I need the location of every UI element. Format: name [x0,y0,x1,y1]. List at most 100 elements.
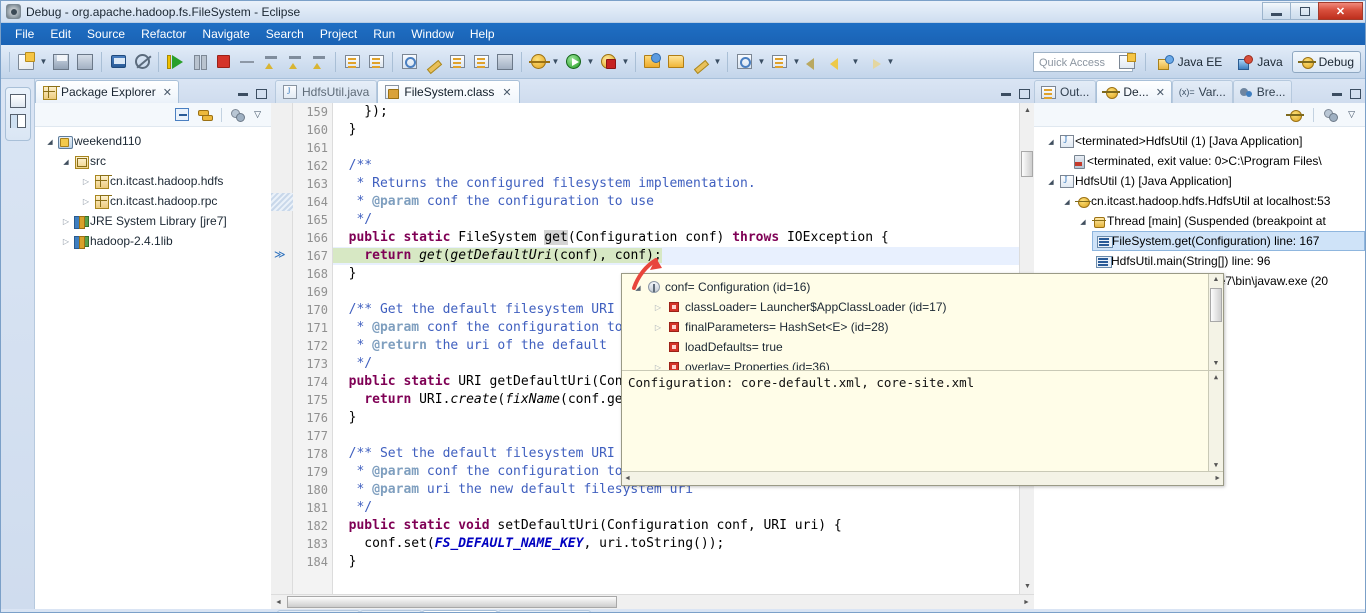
chevron-down-icon[interactable] [756,51,767,73]
popup-detail-pane[interactable]: Configuration: core-default.xml, core-si… [622,371,1223,471]
editor-tab-filesystem-class[interactable]: FileSystem.class ✕ [377,80,520,103]
chevron-right-icon[interactable] [79,177,93,186]
step-into-icon[interactable] [260,51,282,73]
skip-breakpoints-icon[interactable] [131,51,153,73]
view-menu-icon[interactable]: ▽ [254,109,261,120]
editor-marker-ruler[interactable]: ≫ [271,103,293,594]
maximize-icon[interactable] [1019,89,1030,99]
open-task-repository-icon[interactable] [768,51,790,73]
save-all-icon[interactable] [74,51,96,73]
run-last-icon[interactable] [562,51,584,73]
minimize-button[interactable] [1262,2,1291,20]
popup-row-overlay[interactable]: overlay= Properties (id=36) [622,357,1223,370]
tree-item-src[interactable]: src [35,151,271,171]
menu-item-run[interactable]: Run [365,25,403,43]
chevron-right-icon[interactable] [59,217,73,226]
scroll-left-icon[interactable]: ◄ [271,595,286,610]
chevron-down-icon[interactable] [620,51,631,73]
chevron-right-icon[interactable] [650,363,666,371]
step-return-icon[interactable] [308,51,330,73]
popup-row-finalparameters[interactable]: finalParameters= HashSet<E> (id=28) [622,317,1223,337]
console-icon[interactable] [107,51,129,73]
scroll-right-icon[interactable]: ► [1019,595,1034,610]
tab-outline[interactable]: Out... [1034,80,1097,103]
tree-item-cn-itcast-hadoop-hdfs[interactable]: cn.itcast.hadoop.hdfs [35,171,271,191]
package-explorer-fastview-icon[interactable] [9,114,26,128]
open-perspective-icon[interactable] [1116,51,1138,73]
menu-item-project[interactable]: Project [312,25,365,43]
tree-item-weekend110[interactable]: weekend110 [35,131,271,151]
tab-debug[interactable]: De... ✕ [1096,80,1172,103]
view-menu-icon[interactable]: ▽ [1348,109,1355,120]
new-class-icon[interactable] [446,51,468,73]
use-step-filters-icon[interactable] [365,51,387,73]
save-icon[interactable] [50,51,72,73]
scroll-up-icon[interactable]: ▲ [1209,274,1223,286]
chevron-down-icon[interactable] [43,137,57,146]
restore-views-icon[interactable] [9,94,26,108]
link-with-editor-icon[interactable] [198,108,214,121]
scrollbar-thumb[interactable] [287,596,617,608]
view-presentation-icon[interactable] [1324,108,1339,122]
step-over-icon[interactable] [284,51,306,73]
open-folder-icon[interactable] [665,51,687,73]
debug-tree-item-debug-target[interactable]: cn.itcast.hadoop.hdfs.HdfsUtil at localh… [1034,191,1365,211]
menu-item-navigate[interactable]: Navigate [194,25,257,43]
chevron-down-icon[interactable] [59,157,73,166]
chevron-right-icon[interactable] [79,197,93,206]
menu-item-source[interactable]: Source [79,25,133,43]
open-type-hierarchy-icon[interactable] [398,51,420,73]
collapse-all-icon[interactable] [175,108,190,121]
chevron-down-icon[interactable] [585,51,596,73]
search-icon[interactable] [733,51,755,73]
tree-item-hadoop-lib[interactable]: hadoop-2.4.1lib [35,231,271,251]
tree-item-jre-system-library[interactable]: JRE System Library [jre7] [35,211,271,231]
chevron-down-icon[interactable] [1044,177,1058,186]
popup-row-classloader[interactable]: classLoader= Launcher$AppClassLoader (id… [622,297,1223,317]
close-icon[interactable]: ✕ [502,86,511,99]
menu-item-search[interactable]: Search [258,25,312,43]
suspend-icon[interactable] [188,51,210,73]
maximize-icon[interactable] [256,89,267,99]
scroll-up-icon[interactable]: ▲ [1209,371,1223,383]
debug-view-icon[interactable] [1286,107,1305,123]
scroll-down-icon[interactable]: ▼ [1020,579,1034,594]
scroll-down-icon[interactable]: ▼ [1209,459,1223,471]
chevron-right-icon[interactable] [650,303,666,312]
back-history-icon[interactable] [827,51,849,73]
menu-item-window[interactable]: Window [403,25,462,43]
popup-variable-tree[interactable]: conf= Configuration (id=16) classLoader=… [622,274,1223,370]
tab-variables[interactable]: (x)= Var... [1171,80,1233,103]
debug-hover-popup[interactable]: conf= Configuration (id=16) classLoader=… [621,273,1224,486]
debug-tree-item-terminated-process[interactable]: <terminated, exit value: 0>C:\Program Fi… [1034,151,1365,171]
forward-icon[interactable] [862,51,884,73]
close-button[interactable]: ✕ [1318,2,1363,20]
popup-horizontal-scrollbar[interactable]: ◄ ► [622,471,1223,485]
menu-item-refactor[interactable]: Refactor [133,25,194,43]
chevron-right-icon[interactable] [650,323,666,332]
scrollbar-thumb[interactable] [1210,288,1222,322]
close-icon[interactable]: ✕ [1156,86,1165,99]
perspective-debug[interactable]: Debug [1291,51,1361,73]
resume-icon[interactable] [164,51,186,73]
perspective-java[interactable]: Java [1231,53,1288,71]
chevron-down-icon[interactable] [38,51,49,73]
minimize-icon[interactable] [1001,92,1011,96]
tree-item-cn-itcast-hadoop-rpc[interactable]: cn.itcast.hadoop.rpc [35,191,271,211]
chevron-down-icon[interactable] [791,51,802,73]
minimize-icon[interactable] [1332,92,1342,96]
new-annotation-icon[interactable] [689,51,711,73]
chevron-down-icon[interactable] [712,51,723,73]
scroll-up-icon[interactable]: ▲ [1020,103,1034,118]
close-icon[interactable]: ✕ [163,86,172,99]
maximize-icon[interactable] [1350,89,1361,99]
back-icon[interactable] [803,51,825,73]
chevron-down-icon[interactable] [550,51,561,73]
tab-breakpoints[interactable]: Bre... [1232,80,1293,103]
chevron-down-icon[interactable] [850,51,861,73]
editor-tab-hdfsutil-java[interactable]: HdfsUtil.java [275,80,378,103]
chevron-down-icon[interactable] [1060,197,1074,206]
menu-item-file[interactable]: File [7,25,42,43]
debug-tree-item-stack-frame-hdfsutil-main[interactable]: HdfsUtil.main(String[]) line: 96 [1034,251,1365,271]
debug-tree-item-active-launch[interactable]: HdfsUtil (1) [Java Application] [1034,171,1365,191]
